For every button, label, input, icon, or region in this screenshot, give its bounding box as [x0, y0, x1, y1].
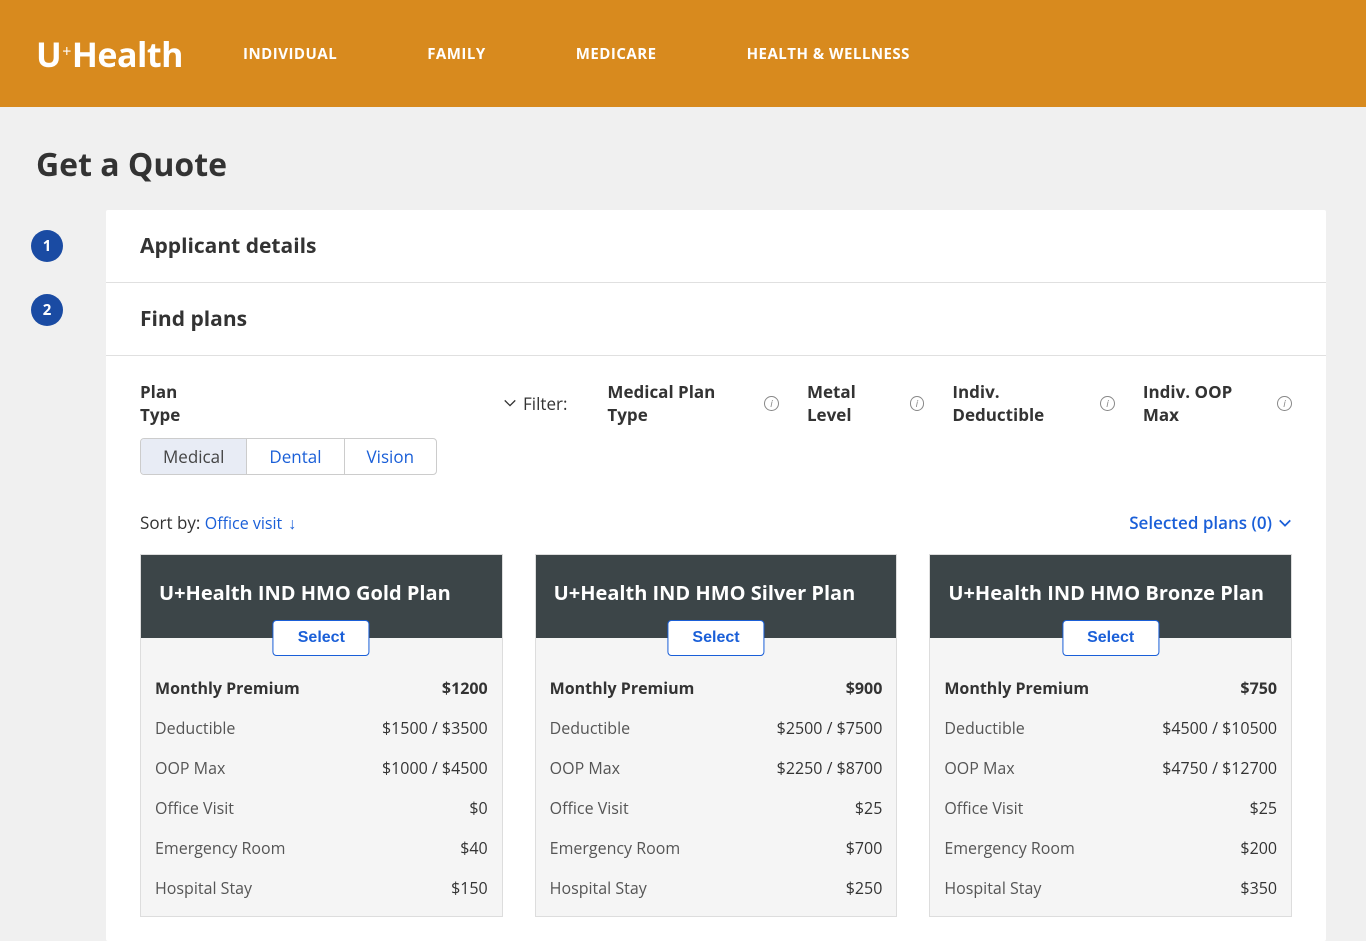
select-button[interactable]: Select — [1062, 620, 1159, 656]
page-title: Get a Quote — [36, 143, 1366, 186]
plans-grid: U+Health IND HMO Gold Plan Select Monthl… — [140, 554, 1292, 917]
content-card: 1 2 Applicant details Find plans Plan Ty… — [106, 210, 1326, 941]
nav-medicare[interactable]: MEDICARE — [576, 44, 657, 64]
plan-row-hospital: Hospital Stay$150 — [155, 868, 488, 908]
plan-row-office: Office Visit$25 — [944, 788, 1277, 828]
sort-label: Sort by: — [140, 511, 205, 534]
plan-type-tabs: Medical Dental Vision — [140, 438, 437, 475]
plan-title: U+Health IND HMO Bronze Plan — [948, 579, 1273, 606]
chevron-down-icon — [1278, 516, 1292, 530]
plan-title: U+Health IND HMO Gold Plan — [159, 579, 484, 606]
filter-metal-level[interactable]: Metal Level i — [807, 380, 924, 426]
plan-row-office: Office Visit$0 — [155, 788, 488, 828]
plan-row-er: Emergency Room$40 — [155, 828, 488, 868]
plan-body: Monthly Premium$900 Deductible$2500 / $7… — [536, 638, 897, 916]
plan-row-hospital: Hospital Stay$250 — [550, 868, 883, 908]
logo-pre: U — [36, 31, 61, 77]
selected-plans-toggle[interactable]: Selected plans (0) — [1129, 511, 1292, 534]
plan-row-oop: OOP Max$2250 / $8700 — [550, 748, 883, 788]
plan-row-office: Office Visit$25 — [550, 788, 883, 828]
plan-row-premium: Monthly Premium$900 — [550, 668, 883, 708]
sort-control[interactable]: Sort by: Office visit ↓ — [140, 511, 296, 534]
step-badge-2[interactable]: 2 — [31, 294, 63, 326]
chevron-down-icon — [503, 396, 517, 410]
plan-row-premium: Monthly Premium$750 — [944, 668, 1277, 708]
plan-body: Monthly Premium$1200 Deductible$1500 / $… — [141, 638, 502, 916]
plan-type-label: Plan Type — [140, 380, 221, 426]
plan-row-deductible: Deductible$4500 / $10500 — [944, 708, 1277, 748]
plan-row-premium: Monthly Premium$1200 — [155, 668, 488, 708]
plan-header: U+Health IND HMO Silver Plan Select — [536, 555, 897, 638]
filter-indiv-deductible[interactable]: Indiv. Deductible i — [952, 380, 1115, 426]
plans-section: Plan Type Filter: Medical Plan Type i Me… — [106, 356, 1326, 941]
plan-title: U+Health IND HMO Silver Plan — [554, 579, 879, 606]
plan-row-er: Emergency Room$700 — [550, 828, 883, 868]
plan-row-er: Emergency Room$200 — [944, 828, 1277, 868]
plan-card-gold: U+Health IND HMO Gold Plan Select Monthl… — [140, 554, 503, 917]
filter-label: Filter: — [523, 392, 567, 415]
plan-row-deductible: Deductible$2500 / $7500 — [550, 708, 883, 748]
steps-column: 1 2 — [31, 230, 63, 358]
tab-vision[interactable]: Vision — [345, 439, 436, 474]
info-icon: i — [1277, 396, 1292, 411]
info-icon: i — [1100, 396, 1115, 411]
nav-wellness[interactable]: HEALTH & WELLNESS — [747, 44, 910, 64]
sort-row: Sort by: Office visit ↓ Selected plans (… — [140, 511, 1292, 534]
nav-family[interactable]: FAMILY — [427, 44, 486, 64]
filter-row: Plan Type Filter: Medical Plan Type i Me… — [140, 380, 1292, 426]
select-button[interactable]: Select — [273, 620, 370, 656]
step-applicant-details[interactable]: Applicant details — [106, 210, 1326, 283]
info-icon: i — [910, 396, 925, 411]
header: U+Health INDIVIDUAL FAMILY MEDICARE HEAL… — [0, 0, 1366, 107]
info-icon: i — [764, 396, 779, 411]
logo[interactable]: U+Health — [36, 31, 183, 77]
plan-row-oop: OOP Max$4750 / $12700 — [944, 748, 1277, 788]
plan-row-hospital: Hospital Stay$350 — [944, 868, 1277, 908]
filter-medical-plan-type[interactable]: Medical Plan Type i — [607, 380, 779, 426]
plan-header: U+Health IND HMO Gold Plan Select — [141, 555, 502, 638]
tab-dental[interactable]: Dental — [247, 439, 344, 474]
plan-header: U+Health IND HMO Bronze Plan Select — [930, 555, 1291, 638]
filter-indiv-oop-max[interactable]: Indiv. OOP Max i — [1143, 380, 1292, 426]
plan-row-deductible: Deductible$1500 / $3500 — [155, 708, 488, 748]
main-nav: INDIVIDUAL FAMILY MEDICARE HEALTH & WELL… — [243, 44, 910, 64]
plan-card-silver: U+Health IND HMO Silver Plan Select Mont… — [535, 554, 898, 917]
step-badge-1[interactable]: 1 — [31, 230, 63, 262]
select-button[interactable]: Select — [667, 620, 764, 656]
step-find-plans: Find plans — [106, 283, 1326, 356]
sort-value: Office visit — [205, 512, 282, 534]
filter-toggle[interactable]: Filter: — [503, 392, 567, 415]
logo-plus-icon: + — [62, 40, 71, 62]
step-title-1: Applicant details — [140, 232, 1292, 260]
selected-plans-label: Selected plans (0) — [1129, 511, 1272, 534]
plan-body: Monthly Premium$750 Deductible$4500 / $1… — [930, 638, 1291, 916]
tab-medical[interactable]: Medical — [141, 439, 247, 474]
plan-card-bronze: U+Health IND HMO Bronze Plan Select Mont… — [929, 554, 1292, 917]
nav-individual[interactable]: INDIVIDUAL — [243, 44, 337, 64]
arrow-down-icon: ↓ — [284, 512, 296, 534]
plan-row-oop: OOP Max$1000 / $4500 — [155, 748, 488, 788]
step-title-2: Find plans — [140, 305, 1292, 333]
logo-post: Health — [72, 31, 183, 77]
